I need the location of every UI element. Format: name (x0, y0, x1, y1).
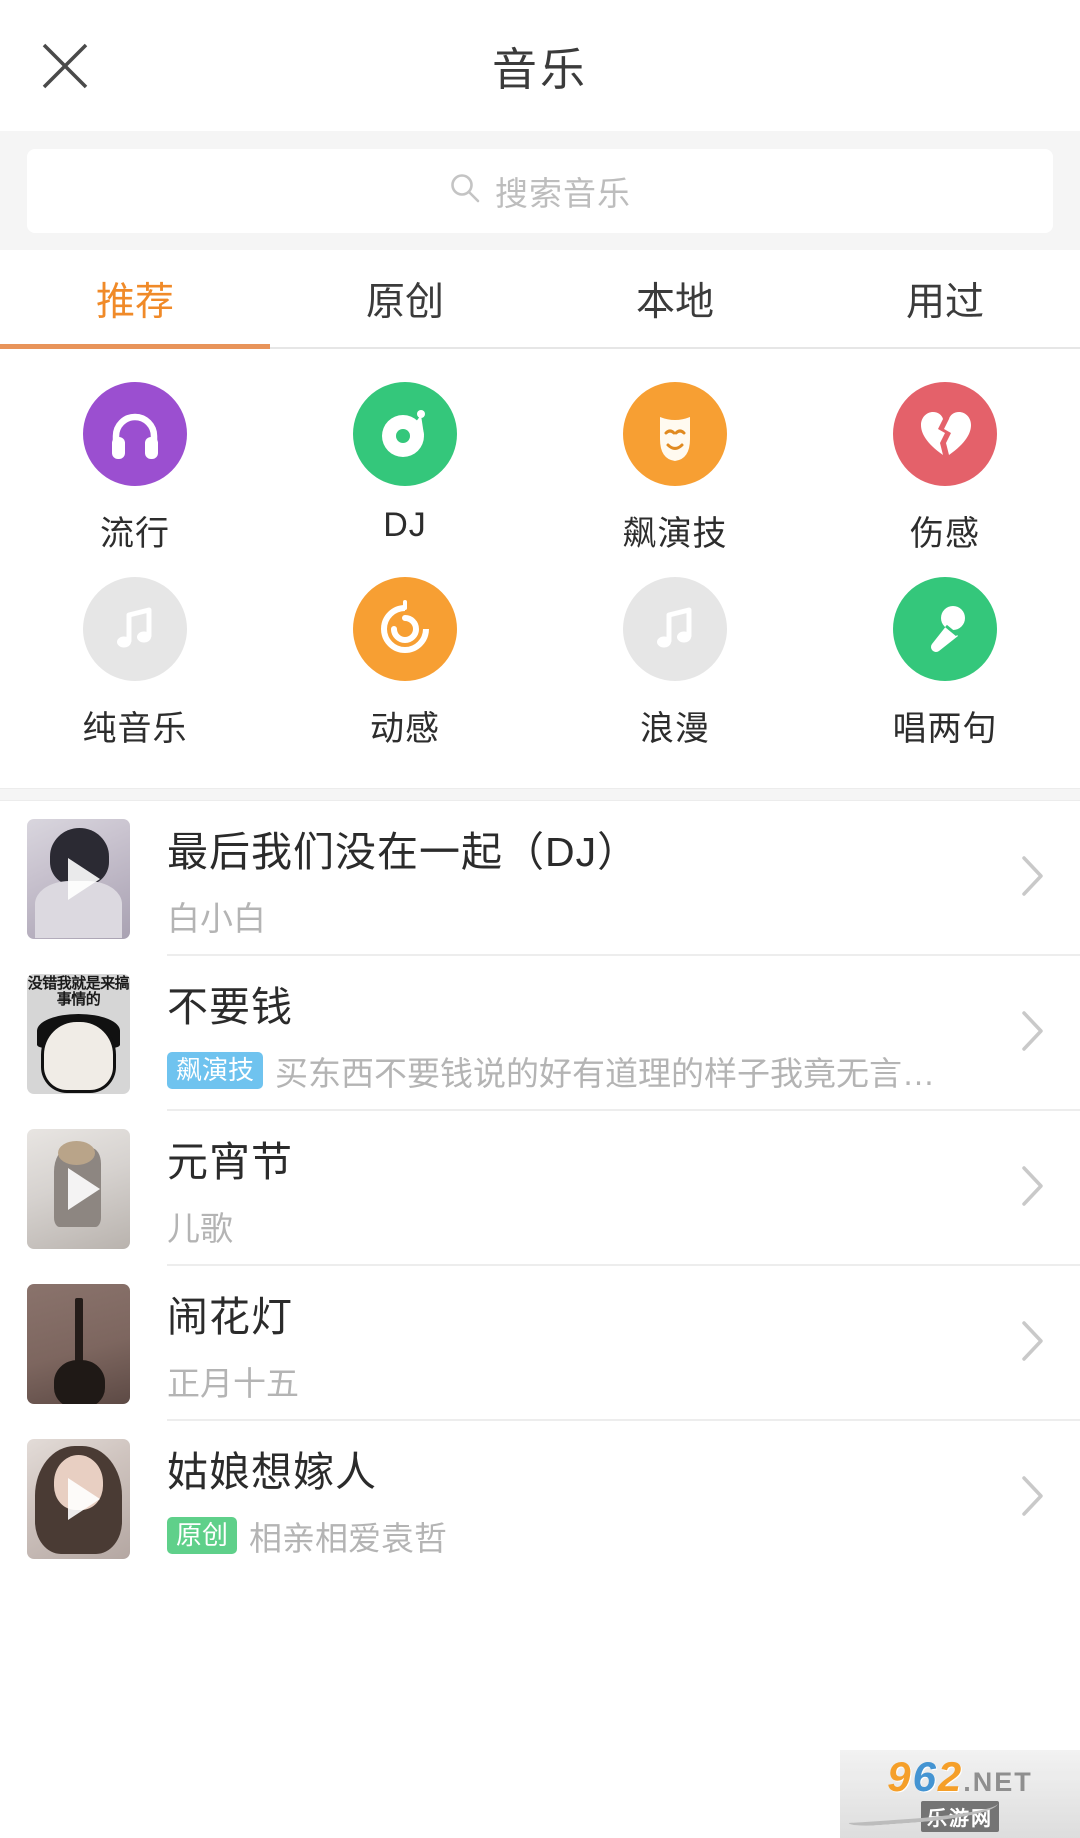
category-dynamic[interactable]: 动感 (270, 577, 540, 750)
music-note-icon (623, 577, 727, 681)
category-row-2: 纯音乐 动感 浪漫 唱两句 (0, 577, 1080, 750)
song-info: 不要钱 飙演技 买东西不要钱说的好有道理的样子我竟无言… (167, 973, 1019, 1095)
category-label: 浪漫 (640, 710, 710, 748)
song-title: 最后我们没在一起（DJ） (167, 828, 640, 875)
watermark-digit-9: 9 (887, 1753, 911, 1800)
song-subline: 原创 相亲相爱袁哲 (167, 1512, 989, 1560)
category-label: 纯音乐 (82, 710, 188, 748)
category-label: 唱两句 (892, 710, 998, 748)
chevron-right-icon (1019, 852, 1047, 905)
song-title: 元宵节 (167, 1138, 293, 1185)
category-label: DJ (383, 506, 427, 544)
search-icon (449, 172, 481, 209)
song-list-item[interactable]: 没错我就是来搞事情的 不要钱 飙演技 买东西不要钱说的好有道理的样子我竟无言… (0, 956, 1080, 1111)
tab-bar: 推荐 原创 本地 用过 (0, 250, 1080, 349)
song-artist: 相亲相爱袁哲 (249, 1519, 448, 1557)
category-pop[interactable]: 流行 (0, 382, 270, 555)
site-watermark: 9 6 2 .NET 乐游网 (840, 1750, 1080, 1838)
song-tag: 飙演技 (167, 1051, 264, 1090)
chevron-right-icon (1019, 1162, 1047, 1215)
close-button[interactable] (34, 35, 96, 97)
song-list-item[interactable]: 最后我们没在一起（DJ） 白小白 (0, 801, 1080, 956)
broken-heart-icon (893, 382, 997, 486)
song-artist: 买东西不要钱说的好有道理的样子我竟无言… (275, 1054, 936, 1092)
song-artist: 白小白 (167, 899, 266, 937)
close-icon (38, 39, 92, 93)
category-label: 流行 (100, 515, 170, 553)
watermark-digit-2: 2 (937, 1753, 962, 1800)
category-row-1: 流行 DJ 飙演技 伤感 (0, 382, 1080, 555)
watermark-top: 9 6 2 .NET (887, 1756, 1033, 1798)
song-info: 闹花灯 正月十五 (167, 1283, 1019, 1405)
song-tag: 原创 (167, 1516, 238, 1555)
category-dj[interactable]: DJ (270, 382, 540, 555)
song-list-item[interactable]: 元宵节 儿歌 (0, 1111, 1080, 1266)
song-subline: 白小白 (167, 892, 989, 940)
song-list-item[interactable]: 闹花灯 正月十五 (0, 1266, 1080, 1421)
song-artist: 正月十五 (167, 1364, 299, 1402)
category-grid: 流行 DJ 飙演技 伤感 纯音乐 动感 浪漫 唱两句 (0, 349, 1080, 788)
search-bar-container: 搜索音乐 (0, 131, 1080, 250)
play-overlay-icon (67, 1167, 100, 1210)
page-title: 音乐 (491, 44, 588, 95)
chevron-right-icon (1019, 1317, 1047, 1370)
headphones-icon (83, 382, 187, 486)
category-label: 动感 (370, 710, 440, 748)
tab-used[interactable]: 用过 (810, 250, 1080, 347)
song-thumbnail (27, 818, 130, 939)
search-placeholder: 搜索音乐 (495, 174, 631, 212)
music-note-icon (83, 577, 187, 681)
play-overlay-icon (67, 1477, 100, 1520)
microphone-icon (893, 577, 997, 681)
watermark-domain: .NET (963, 1767, 1033, 1797)
watermark-digit-6: 6 (912, 1753, 936, 1800)
swirl-icon (353, 577, 457, 681)
header-bar: 音乐 (0, 0, 1080, 131)
theater-mask-icon (623, 382, 727, 486)
song-thumbnail: 没错我就是来搞事情的 (27, 973, 130, 1094)
category-acting[interactable]: 飙演技 (540, 382, 810, 555)
song-title: 不要钱 (167, 983, 293, 1030)
category-romantic[interactable]: 浪漫 (540, 577, 810, 750)
song-thumbnail (27, 1128, 130, 1249)
song-info: 最后我们没在一起（DJ） 白小白 (167, 818, 1019, 940)
song-subline: 儿歌 (167, 1202, 989, 1250)
category-label: 伤感 (910, 515, 980, 553)
tab-local[interactable]: 本地 (540, 250, 810, 347)
song-thumbnail (27, 1438, 130, 1559)
song-list-item[interactable]: 姑娘想嫁人 原创 相亲相爱袁哲 (0, 1421, 1080, 1576)
song-subline: 正月十五 (167, 1357, 989, 1405)
category-sad[interactable]: 伤感 (810, 382, 1080, 555)
tab-original[interactable]: 原创 (270, 250, 540, 347)
song-list: 最后我们没在一起（DJ） 白小白 没错我就是来搞事情的 不要钱 飙演技 买东西不… (0, 801, 1080, 1576)
music-picker-screen: 音乐 搜索音乐 推荐 原创 本地 用过 流行 DJ 飙演技 伤感 纯音乐 动感 … (0, 0, 1080, 1838)
search-input[interactable]: 搜索音乐 (27, 148, 1053, 233)
song-info: 姑娘想嫁人 原创 相亲相爱袁哲 (167, 1438, 1019, 1560)
chevron-right-icon (1019, 1007, 1047, 1060)
play-overlay-icon (67, 857, 100, 900)
category-sing[interactable]: 唱两句 (810, 577, 1080, 750)
chevron-right-icon (1019, 1472, 1047, 1525)
section-divider (0, 788, 1080, 801)
song-artist: 儿歌 (167, 1209, 233, 1247)
category-instrumental[interactable]: 纯音乐 (0, 577, 270, 750)
thumbnail-caption: 没错我就是来搞事情的 (27, 974, 130, 1009)
category-label: 飙演技 (622, 515, 728, 553)
song-subline: 飙演技 买东西不要钱说的好有道理的样子我竟无言… (167, 1047, 989, 1095)
song-title: 闹花灯 (167, 1293, 293, 1340)
vinyl-record-icon (353, 382, 457, 486)
song-thumbnail (27, 1283, 130, 1404)
song-info: 元宵节 儿歌 (167, 1128, 1019, 1250)
song-title: 姑娘想嫁人 (167, 1448, 377, 1495)
tab-recommended[interactable]: 推荐 (0, 250, 270, 349)
